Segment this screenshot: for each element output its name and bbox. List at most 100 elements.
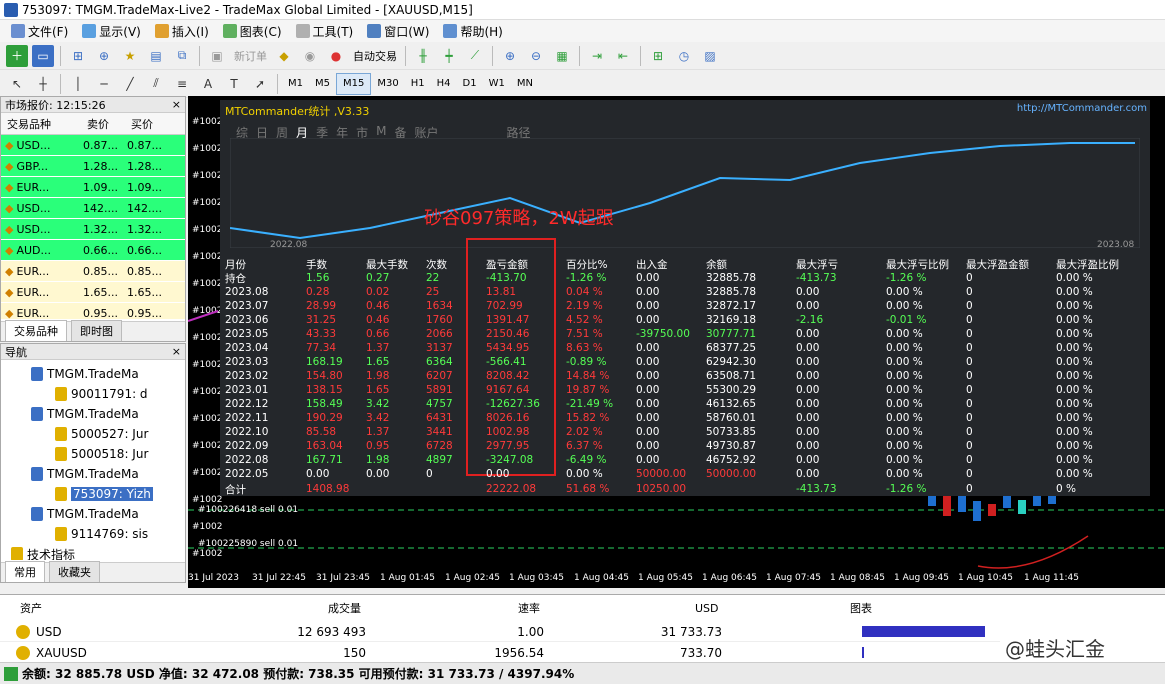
- menu-icon: [82, 24, 97, 38]
- menu-item-3[interactable]: 图表(C): [216, 20, 289, 42]
- col-rate[interactable]: 速率: [518, 597, 540, 619]
- price-label: #1002: [192, 171, 222, 181]
- bar-chart-icon[interactable]: ╫: [412, 45, 434, 67]
- profiles-icon[interactable]: ▭: [32, 44, 54, 67]
- timeframe-d1[interactable]: D1: [457, 73, 483, 95]
- timeframe-m1[interactable]: M1: [282, 73, 309, 95]
- tab-tick-chart[interactable]: 即时图: [71, 320, 122, 341]
- terminal-icon[interactable]: ▤: [145, 45, 167, 67]
- ask-cell: 1.28...: [127, 159, 162, 173]
- close-icon[interactable]: ×: [172, 345, 181, 358]
- zoom-out-icon[interactable]: ⊖: [525, 45, 547, 67]
- timeframe-w1[interactable]: W1: [483, 73, 511, 95]
- nav-item[interactable]: 5000527: Jur: [1, 424, 185, 444]
- fibonacci-icon[interactable]: ≡: [171, 73, 193, 95]
- auto-trading-icon[interactable]: ●: [325, 45, 347, 67]
- text-label-icon[interactable]: T: [223, 73, 245, 95]
- nav-item[interactable]: 5000518: Jur: [1, 444, 185, 464]
- alerts-icon[interactable]: ◉: [299, 45, 321, 67]
- text-icon[interactable]: A: [197, 73, 219, 95]
- symbol-row[interactable]: ◆ GBP... 1.28... 1.28...: [1, 156, 185, 177]
- stats-row: 2023.08 0.28 0.02 25 13.81 0.04 % 0.00 32885.78…: [220, 285, 1150, 299]
- strategy-tester-icon[interactable]: ⧉: [171, 45, 193, 67]
- col-asset[interactable]: 资产: [20, 597, 42, 619]
- nav-item[interactable]: TMGM.TradeMa: [1, 404, 185, 424]
- nav-item[interactable]: TMGM.TradeMa: [1, 464, 185, 484]
- market-watch-icon[interactable]: ⊞: [67, 45, 89, 67]
- nav-item[interactable]: TMGM.TradeMa: [1, 504, 185, 524]
- menu-item-2[interactable]: 插入(I): [148, 20, 216, 42]
- channel-icon[interactable]: ⫽: [145, 73, 167, 95]
- col-ask[interactable]: 买价: [123, 116, 167, 132]
- auto-trading-button[interactable]: 自动交易: [349, 45, 401, 67]
- symbol-row[interactable]: ◆ EUR... 0.95... 0.95...: [1, 303, 185, 319]
- stats-cell: -6.49 %: [566, 454, 607, 466]
- col-bid[interactable]: 卖价: [79, 116, 123, 132]
- stats-cell: 1.98: [366, 454, 390, 466]
- cursor-icon[interactable]: ↖: [6, 73, 28, 95]
- navigator-icon[interactable]: ★: [119, 45, 141, 67]
- zoom-in-icon[interactable]: ⊕: [499, 45, 521, 67]
- symbol-row[interactable]: ◆ EUR... 0.85... 0.85...: [1, 261, 185, 282]
- stats-cell: -0.89 %: [566, 356, 607, 368]
- close-icon[interactable]: ×: [172, 98, 181, 111]
- stats-cell: 9167.64: [486, 384, 530, 396]
- tab-favorites[interactable]: 收藏夹: [49, 561, 100, 582]
- new-chart-icon[interactable]: ＋: [6, 44, 28, 67]
- symbol-row[interactable]: ◆ USD... 0.87... 0.87...: [1, 135, 185, 156]
- asset-row[interactable]: USD 12 693 493 1.00 31 733.73: [0, 622, 1000, 642]
- horizontal-line-icon[interactable]: ─: [93, 73, 115, 95]
- symbol-row[interactable]: ◆ USD... 142.... 142....: [1, 198, 185, 219]
- nav-item[interactable]: 753097: Yizh: [1, 484, 185, 504]
- periods-icon[interactable]: ◷: [673, 45, 695, 67]
- indicators-icon[interactable]: ⊞: [647, 45, 669, 67]
- timeframe-h1[interactable]: H1: [405, 73, 431, 95]
- timeframe-m15[interactable]: M15: [336, 72, 372, 95]
- stats-row: 2023.01 138.15 1.65 5891 9167.64 19.87 % 0.00 5…: [220, 383, 1150, 397]
- timeframe-m5[interactable]: M5: [309, 73, 336, 95]
- data-window-icon[interactable]: ⊕: [93, 45, 115, 67]
- menu-item-5[interactable]: 窗口(W): [360, 20, 436, 42]
- stats-cell: 0: [966, 342, 973, 354]
- new-order-button[interactable]: 新订单: [230, 45, 271, 67]
- timeframe-mn[interactable]: MN: [511, 73, 539, 95]
- nav-item[interactable]: 90011791: d: [1, 384, 185, 404]
- line-chart-icon[interactable]: ⟋: [464, 45, 486, 67]
- chart-shift-icon[interactable]: ⇤: [612, 45, 634, 67]
- menu-item-4[interactable]: 工具(T): [289, 20, 361, 42]
- col-symbol[interactable]: 交易品种: [1, 116, 79, 132]
- auto-scroll-icon[interactable]: ⇥: [586, 45, 608, 67]
- nav-item[interactable]: 9114769: sis: [1, 524, 185, 544]
- vertical-line-icon[interactable]: │: [67, 73, 89, 95]
- tab-symbols[interactable]: 交易品种: [5, 320, 67, 341]
- nav-item[interactable]: 技术指标: [1, 544, 185, 560]
- ask-cell: 1.32...: [127, 222, 162, 236]
- stats-site-link[interactable]: http://MTCommander.com: [1017, 103, 1147, 114]
- tab-common[interactable]: 常用: [5, 561, 45, 582]
- symbol-row[interactable]: ◆ AUD... 0.66... 0.66...: [1, 240, 185, 261]
- timeframe-h4[interactable]: H4: [431, 73, 457, 95]
- nav-item[interactable]: TMGM.TradeMa: [1, 364, 185, 384]
- menu-item-6[interactable]: 帮助(H): [436, 20, 509, 42]
- symbol-row[interactable]: ◆ EUR... 1.09... 1.09...: [1, 177, 185, 198]
- tile-windows-icon[interactable]: ▦: [551, 45, 573, 67]
- templates-icon[interactable]: ▨: [699, 45, 721, 67]
- crosshair-icon[interactable]: ┼: [32, 73, 54, 95]
- col-volume[interactable]: 成交量: [328, 597, 361, 619]
- asset-row[interactable]: XAUUSD 150 1956.54 733.70: [0, 643, 1000, 663]
- trendline-icon[interactable]: ╱: [119, 73, 141, 95]
- stats-cell: 77.34: [306, 342, 337, 354]
- new-order-icon[interactable]: ▣: [206, 45, 228, 67]
- candlestick-icon[interactable]: ┿: [438, 45, 460, 67]
- candle: [943, 496, 951, 516]
- symbol-row[interactable]: ◆ EUR... 1.65... 1.65...: [1, 282, 185, 303]
- symbol-row[interactable]: ◆ USD... 1.32... 1.32...: [1, 219, 185, 240]
- metaeditor-icon[interactable]: ◆: [273, 45, 295, 67]
- menu-item-0[interactable]: 文件(F): [4, 20, 75, 42]
- stats-total-cell: -1.26 %: [886, 483, 927, 495]
- col-usd[interactable]: USD: [695, 597, 719, 619]
- menu-item-1[interactable]: 显示(V): [75, 20, 148, 42]
- arrows-icon[interactable]: ➚: [249, 73, 271, 95]
- col-chart[interactable]: 图表: [850, 597, 872, 619]
- timeframe-m30[interactable]: M30: [371, 73, 404, 95]
